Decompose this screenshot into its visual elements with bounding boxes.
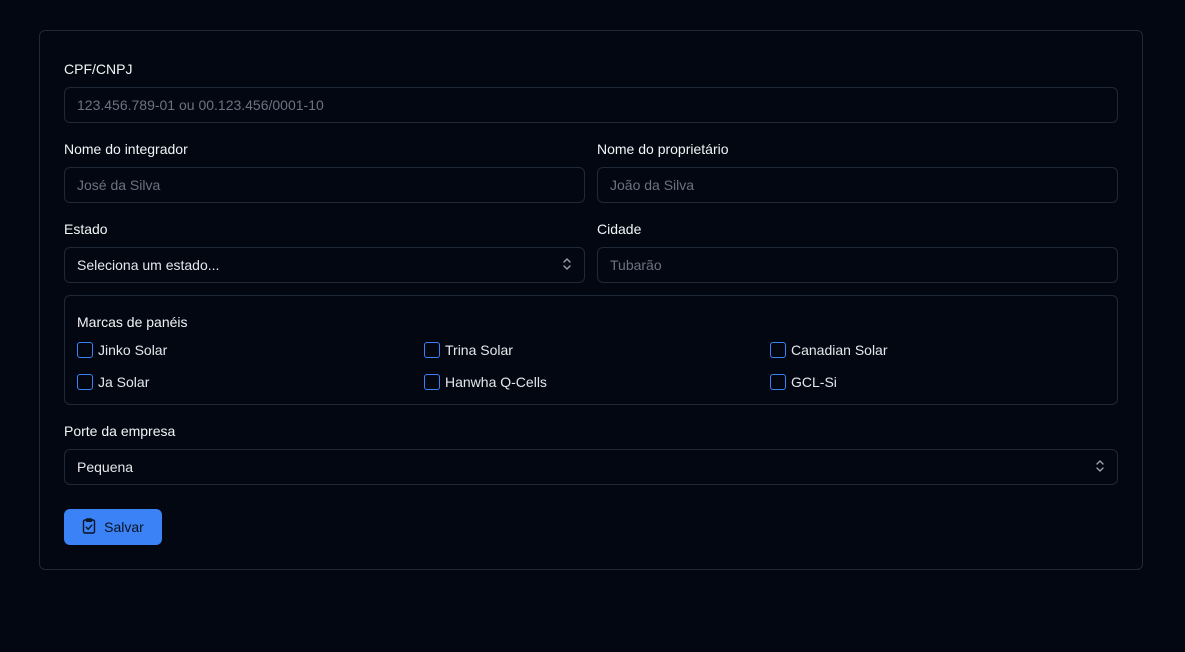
brand-checkbox-jinko-solar[interactable]: Jinko Solar bbox=[77, 342, 167, 358]
brand-label: Jinko Solar bbox=[98, 342, 168, 358]
checkbox[interactable] bbox=[770, 342, 786, 358]
company-size-label: Porte da empresa bbox=[64, 423, 176, 439]
brand-label: Ja Solar bbox=[98, 374, 150, 390]
form-card: CPF/CNPJ Nome do integrador Nome do prop… bbox=[39, 30, 1143, 570]
brand-checkbox-gcl-si[interactable]: GCL-Si bbox=[770, 374, 837, 390]
panel-brands-title: Marcas de panéis bbox=[77, 314, 188, 330]
integrator-input[interactable] bbox=[64, 167, 585, 203]
brand-label: GCL-Si bbox=[791, 374, 837, 390]
checkbox[interactable] bbox=[770, 374, 786, 390]
cpf-input[interactable] bbox=[64, 87, 1118, 123]
brand-checkbox-ja-solar[interactable]: Ja Solar bbox=[77, 374, 149, 390]
company-size-value: Pequena bbox=[77, 459, 134, 475]
save-button-label: Salvar bbox=[104, 519, 144, 535]
brand-label: Canadian Solar bbox=[791, 342, 888, 358]
brand-checkbox-trina-solar[interactable]: Trina Solar bbox=[424, 342, 513, 358]
cpf-label: CPF/CNPJ bbox=[64, 61, 133, 77]
checkbox[interactable] bbox=[424, 342, 440, 358]
brand-label: Hanwha Q-Cells bbox=[445, 374, 547, 390]
chevron-up-down-icon bbox=[1095, 459, 1105, 476]
panel-brands-group: Marcas de panéis Jinko Solar Trina Solar… bbox=[64, 295, 1118, 405]
integrator-label: Nome do integrador bbox=[64, 141, 188, 157]
owner-label: Nome do proprietário bbox=[597, 141, 729, 157]
state-select-value: Seleciona um estado... bbox=[77, 257, 220, 273]
city-input[interactable] bbox=[597, 247, 1118, 283]
state-label: Estado bbox=[64, 221, 108, 237]
brand-checkbox-hanwha-q-cells[interactable]: Hanwha Q-Cells bbox=[424, 374, 547, 390]
state-select[interactable]: Seleciona um estado... bbox=[64, 247, 585, 283]
brand-checkbox-canadian-solar[interactable]: Canadian Solar bbox=[770, 342, 888, 358]
checkbox[interactable] bbox=[77, 374, 93, 390]
chevron-up-down-icon bbox=[562, 257, 572, 274]
company-size-select[interactable]: Pequena bbox=[64, 449, 1118, 485]
city-label: Cidade bbox=[597, 221, 642, 237]
checkbox[interactable] bbox=[424, 374, 440, 390]
owner-input[interactable] bbox=[597, 167, 1118, 203]
save-button[interactable]: Salvar bbox=[64, 509, 162, 545]
clipboard-check-icon bbox=[82, 517, 96, 537]
brand-label: Trina Solar bbox=[445, 342, 513, 358]
checkbox[interactable] bbox=[77, 342, 93, 358]
